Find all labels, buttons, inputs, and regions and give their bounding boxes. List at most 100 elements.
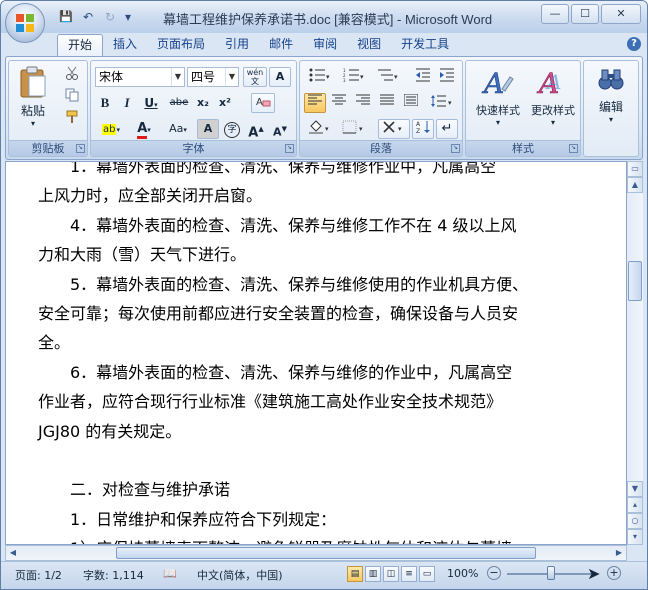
align-right-button[interactable]: [352, 93, 374, 113]
shading-button[interactable]: ▾: [304, 119, 336, 139]
shrink-font-button[interactable]: A▼: [269, 119, 291, 139]
quick-styles-button[interactable]: A 快速样式 ▾: [470, 65, 526, 137]
strikethrough-button[interactable]: abe: [167, 93, 191, 113]
scroll-left-button[interactable]: ◀: [6, 546, 20, 560]
page-count[interactable]: 页面: 1/2: [15, 567, 62, 583]
tab-references[interactable]: 引用: [215, 34, 259, 56]
cut-button[interactable]: [61, 65, 83, 85]
phonetic-guide-button[interactable]: wén 文: [243, 67, 267, 87]
bullets-button[interactable]: ▾: [304, 67, 336, 87]
line-spacing-button[interactable]: ▾: [426, 93, 458, 113]
format-painter-button[interactable]: [61, 109, 83, 129]
change-styles-button[interactable]: AA 更改样式 ▾: [526, 65, 580, 137]
redo-icon[interactable]: ↻: [101, 8, 119, 26]
web-layout-button[interactable]: ◫: [383, 566, 399, 582]
copy-icon: [65, 88, 79, 102]
font-color-button[interactable]: A▾: [129, 119, 159, 139]
zoom-level[interactable]: 100%: [447, 567, 478, 580]
scroll-right-button[interactable]: ▶: [612, 546, 626, 560]
distributed-button[interactable]: [400, 93, 422, 113]
decrease-indent-button[interactable]: [412, 67, 434, 87]
italic-button[interactable]: I: [117, 93, 137, 113]
underline-button[interactable]: U▾: [139, 93, 163, 113]
close-button[interactable]: ✕: [601, 4, 641, 24]
asian-layout-button[interactable]: ▾: [378, 119, 410, 139]
tab-insert[interactable]: 插入: [103, 34, 147, 56]
borders-button[interactable]: ▾: [338, 119, 370, 139]
grow-font-button[interactable]: A▲: [245, 119, 267, 140]
minimize-button[interactable]: —: [541, 4, 569, 24]
tab-home[interactable]: 开始: [57, 34, 104, 56]
previous-page-button[interactable]: ▴: [627, 497, 643, 513]
paragraph-launcher-icon[interactable]: ↘: [451, 144, 460, 153]
document-page[interactable]: 1．幕墙外表面的检查、清洗、保养与维修作业中，凡属高空 上风力时，应全部关闭开启…: [38, 162, 608, 544]
next-page-button[interactable]: ▾: [627, 529, 643, 545]
tab-view[interactable]: 视图: [347, 34, 391, 56]
character-border-button[interactable]: A: [269, 67, 291, 87]
customize-qat-icon[interactable]: ▾: [123, 8, 133, 26]
zoom-in-button[interactable]: +: [607, 566, 621, 580]
font-launcher-icon[interactable]: ↘: [285, 144, 294, 153]
character-shading-button[interactable]: A: [197, 119, 219, 139]
numbering-button[interactable]: 1 2 3 ▾: [338, 67, 370, 87]
tab-developer[interactable]: 开发工具: [391, 34, 459, 56]
align-center-button[interactable]: [328, 93, 350, 113]
change-styles-dropdown-icon[interactable]: ▾: [526, 118, 580, 127]
word-count[interactable]: 字数: 1,114: [83, 567, 144, 583]
office-button[interactable]: [5, 3, 45, 43]
multilevel-list-button[interactable]: ▾: [372, 67, 404, 87]
font-size-dropdown-icon[interactable]: ▼: [225, 68, 238, 86]
font-color-dropdown-icon[interactable]: ▾: [147, 126, 151, 134]
save-icon[interactable]: 💾: [57, 8, 75, 26]
styles-launcher-icon[interactable]: ↘: [569, 144, 578, 153]
paste-button[interactable]: 粘贴 ▾: [15, 65, 51, 135]
align-left-button[interactable]: [304, 93, 326, 113]
scroll-down-button[interactable]: ▼: [627, 481, 643, 497]
font-name-dropdown-icon[interactable]: ▼: [171, 68, 184, 86]
zoom-out-button[interactable]: −: [487, 566, 501, 580]
subscript-button[interactable]: x₂: [193, 93, 213, 113]
sort-button[interactable]: AZ: [412, 119, 434, 139]
zoom-slider-knob[interactable]: [547, 566, 555, 580]
copy-button[interactable]: [61, 87, 83, 107]
horizontal-scrollbar[interactable]: ◀ ▶: [5, 545, 627, 561]
font-name-combo[interactable]: 宋体 ▼: [95, 67, 185, 87]
increase-indent-button[interactable]: [436, 67, 458, 87]
document-area[interactable]: 1．幕墙外表面的检查、清洗、保养与维修作业中，凡属高空 上风力时，应全部关闭开启…: [5, 161, 627, 545]
show-hide-marks-button[interactable]: ↵: [436, 119, 458, 139]
clear-formatting-button[interactable]: A: [251, 93, 275, 113]
horizontal-scroll-thumb[interactable]: [116, 547, 536, 559]
editing-button[interactable]: 编辑 ▾: [588, 65, 634, 137]
browse-object-button[interactable]: ○: [627, 513, 643, 529]
editing-dropdown-icon[interactable]: ▾: [588, 115, 634, 124]
mouse-cursor-icon: ➤: [587, 564, 601, 583]
bold-button[interactable]: B: [95, 93, 115, 113]
paste-dropdown-icon[interactable]: ▾: [15, 119, 51, 128]
change-case-button[interactable]: Aa▾: [163, 119, 193, 139]
language-indicator[interactable]: 中文(简体，中国): [197, 567, 283, 583]
vertical-scrollbar[interactable]: ▭ ▲ ▼ ▴ ○ ▾: [627, 161, 643, 545]
tab-mailings[interactable]: 邮件: [259, 34, 303, 56]
highlight-dropdown-icon[interactable]: ▾: [116, 126, 120, 134]
highlight-button[interactable]: ab▾: [95, 119, 127, 139]
vertical-scroll-thumb[interactable]: [628, 261, 642, 301]
tab-review[interactable]: 审阅: [303, 34, 347, 56]
justify-button[interactable]: [376, 93, 398, 113]
font-size-combo[interactable]: 四号 ▼: [187, 67, 239, 87]
scroll-up-button[interactable]: ▲: [627, 177, 643, 193]
clipboard-launcher-icon[interactable]: ↘: [76, 144, 85, 153]
tab-page-layout[interactable]: 页面布局: [147, 34, 215, 56]
proofing-icon[interactable]: 📖: [163, 567, 177, 580]
superscript-button[interactable]: x²: [215, 93, 235, 113]
print-layout-view-button[interactable]: ▤: [347, 566, 363, 582]
outline-view-button[interactable]: ≡: [401, 566, 417, 582]
maximize-button[interactable]: ☐: [571, 4, 599, 24]
ruler-toggle-icon[interactable]: ▭: [627, 161, 643, 177]
draft-view-button[interactable]: ▭: [419, 566, 435, 582]
full-screen-reading-button[interactable]: ▥: [365, 566, 381, 582]
quick-styles-dropdown-icon[interactable]: ▾: [470, 118, 526, 127]
enclose-characters-button[interactable]: 字: [221, 119, 243, 139]
help-icon[interactable]: ?: [627, 37, 641, 51]
undo-icon[interactable]: ↶: [79, 8, 97, 26]
clear-formatting-icon: A: [256, 97, 271, 108]
